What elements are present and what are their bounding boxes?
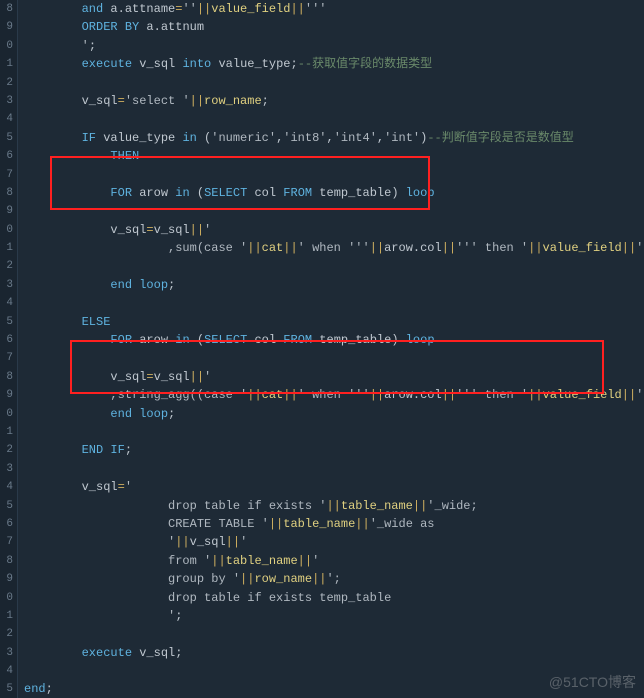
- line-number: 1: [0, 607, 13, 625]
- code-line: v_sql=v_sql||': [24, 221, 644, 239]
- code-line: END IF;: [24, 441, 644, 459]
- line-number: 8: [0, 0, 13, 18]
- line-number: 5: [0, 313, 13, 331]
- code-line: [24, 74, 644, 92]
- line-number: 9: [0, 570, 13, 588]
- code-line: IF value_type in ('numeric','int8','int4…: [24, 129, 644, 147]
- line-number: 3: [0, 644, 13, 662]
- line-number: 9: [0, 18, 13, 36]
- line-number: 3: [0, 460, 13, 478]
- code-area[interactable]: and a.attname=''||value_field||''' ORDER…: [18, 0, 644, 698]
- code-line: end loop;: [24, 405, 644, 423]
- line-number: 7: [0, 166, 13, 184]
- code-editor: 89012345678901234567890123456789012345 a…: [0, 0, 644, 698]
- line-number: 6: [0, 147, 13, 165]
- code-line: ';: [24, 607, 644, 625]
- line-number: 0: [0, 221, 13, 239]
- code-line: ORDER BY a.attnum: [24, 18, 644, 36]
- code-line: [24, 110, 644, 128]
- code-line: from '||table_name||': [24, 552, 644, 570]
- code-line: THEN: [24, 147, 644, 165]
- code-line: drop table if exists temp_table: [24, 589, 644, 607]
- code-line: [24, 625, 644, 643]
- code-line: '||v_sql||': [24, 533, 644, 551]
- code-line: group by '||row_name||';: [24, 570, 644, 588]
- line-number: 2: [0, 74, 13, 92]
- line-number: 5: [0, 129, 13, 147]
- code-line: drop table if exists '||table_name||'_wi…: [24, 497, 644, 515]
- line-number: 1: [0, 55, 13, 73]
- line-number: 2: [0, 441, 13, 459]
- code-line: [24, 294, 644, 312]
- code-line: [24, 349, 644, 367]
- line-number: 8: [0, 552, 13, 570]
- code-line: and a.attname=''||value_field||''': [24, 0, 644, 18]
- code-line: ,string_agg((case '||cat||' when '''||ar…: [24, 386, 644, 404]
- line-number: 7: [0, 349, 13, 367]
- line-number: 4: [0, 662, 13, 680]
- code-line: execute v_sql;: [24, 644, 644, 662]
- code-line: [24, 166, 644, 184]
- line-number: 0: [0, 589, 13, 607]
- line-number-gutter: 89012345678901234567890123456789012345: [0, 0, 18, 698]
- code-line: v_sql='select '||row_name;: [24, 92, 644, 110]
- code-line: CREATE TABLE '||table_name||'_wide as: [24, 515, 644, 533]
- line-number: 6: [0, 515, 13, 533]
- line-number: 1: [0, 423, 13, 441]
- line-number: 4: [0, 110, 13, 128]
- code-line: v_sql=v_sql||': [24, 368, 644, 386]
- line-number: 6: [0, 331, 13, 349]
- code-line: end;: [24, 680, 644, 698]
- code-line: [24, 202, 644, 220]
- line-number: 9: [0, 386, 13, 404]
- code-line: ELSE: [24, 313, 644, 331]
- line-number: 8: [0, 184, 13, 202]
- code-line: FOR arow in (SELECT col FROM temp_table)…: [24, 184, 644, 202]
- line-number: 0: [0, 405, 13, 423]
- line-number: 4: [0, 478, 13, 496]
- code-line: execute v_sql into value_type;--获取值字段的数据…: [24, 55, 644, 73]
- code-line: [24, 662, 644, 680]
- line-number: 9: [0, 202, 13, 220]
- line-number: 5: [0, 680, 13, 698]
- code-line: [24, 460, 644, 478]
- code-line: ';: [24, 37, 644, 55]
- code-line: ,sum(case '||cat||' when '''||arow.col||…: [24, 239, 644, 257]
- line-number: 8: [0, 368, 13, 386]
- code-line: FOR arow in (SELECT col FROM temp_table)…: [24, 331, 644, 349]
- code-line: [24, 257, 644, 275]
- line-number: 7: [0, 533, 13, 551]
- line-number: 2: [0, 625, 13, 643]
- code-line: v_sql=': [24, 478, 644, 496]
- line-number: 4: [0, 294, 13, 312]
- line-number: 3: [0, 276, 13, 294]
- code-line: [24, 423, 644, 441]
- line-number: 2: [0, 257, 13, 275]
- code-line: end loop;: [24, 276, 644, 294]
- line-number: 5: [0, 497, 13, 515]
- line-number: 0: [0, 37, 13, 55]
- line-number: 1: [0, 239, 13, 257]
- line-number: 3: [0, 92, 13, 110]
